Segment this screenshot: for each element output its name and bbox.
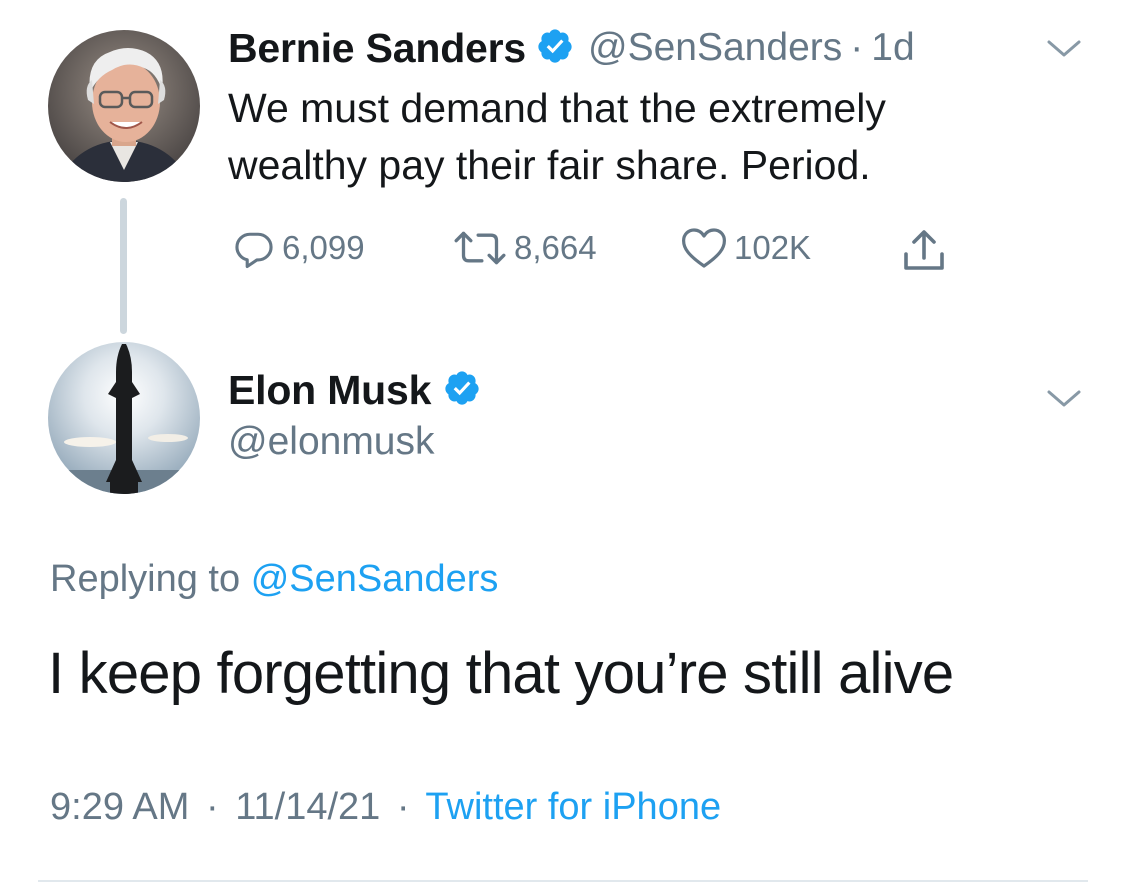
retweet-count: 8,664 bbox=[514, 229, 597, 266]
replying-to-label: Replying to bbox=[50, 558, 241, 600]
retweet-icon bbox=[454, 231, 506, 265]
reply-author-row: Elon Musk bbox=[228, 364, 481, 416]
tweet-time: 9:29 AM bbox=[50, 786, 190, 828]
replying-to-line: Replying to @SenSanders bbox=[50, 558, 498, 601]
bottom-divider bbox=[38, 880, 1088, 882]
parent-tweet-header: Bernie Sanders @SenSanders · 1d bbox=[228, 22, 915, 74]
verified-badge-icon bbox=[536, 27, 574, 70]
share-action[interactable] bbox=[900, 226, 954, 276]
parent-tweet-age[interactable]: 1d bbox=[871, 26, 914, 70]
reply-tweet-text: I keep forgetting that you’re still aliv… bbox=[48, 641, 954, 706]
dot-separator: · bbox=[850, 26, 864, 69]
reply-count: 6,099 bbox=[282, 229, 365, 266]
dot-separator: · bbox=[396, 786, 410, 828]
reply-handle[interactable]: @elonmusk bbox=[228, 420, 435, 464]
reply-icon bbox=[235, 232, 273, 269]
reply-action[interactable]: 6,099 bbox=[232, 226, 365, 270]
dot-separator: · bbox=[205, 786, 219, 828]
thread-connector-line bbox=[120, 198, 127, 334]
like-count: 102K bbox=[734, 229, 812, 266]
avatar-bernie-sanders[interactable] bbox=[48, 30, 200, 182]
parent-tweet-text-line-2: wealthy pay their fair share. Period. bbox=[228, 142, 871, 188]
reply-more-chevron-icon[interactable] bbox=[1046, 388, 1082, 415]
reply-author-name[interactable]: Elon Musk bbox=[228, 367, 431, 414]
verified-badge-icon bbox=[443, 369, 481, 412]
parent-tweet-text-line-1: We must demand that the extremely bbox=[228, 85, 886, 131]
person-avatar-icon bbox=[48, 30, 200, 182]
tweet-source-link[interactable]: Twitter for iPhone bbox=[425, 786, 721, 828]
parent-more-chevron-icon[interactable] bbox=[1046, 38, 1082, 65]
tweet-date: 11/14/21 bbox=[235, 786, 381, 828]
parent-handle[interactable]: @SenSanders bbox=[588, 26, 842, 70]
retweet-action[interactable]: 8,664 bbox=[452, 226, 597, 270]
heart-icon bbox=[682, 228, 726, 268]
share-icon bbox=[904, 230, 944, 270]
like-action[interactable]: 102K bbox=[680, 226, 811, 270]
parent-author-name[interactable]: Bernie Sanders bbox=[228, 25, 526, 72]
replying-to-mention[interactable]: @SenSanders bbox=[251, 558, 499, 600]
tweet-meta-line: 9:29 AM · 11/14/21 · Twitter for iPhone bbox=[50, 786, 721, 829]
rocket-avatar-icon bbox=[48, 342, 200, 494]
parent-tweet-text: We must demand that the extremely wealth… bbox=[228, 80, 886, 194]
avatar-elon-musk[interactable] bbox=[48, 342, 200, 494]
